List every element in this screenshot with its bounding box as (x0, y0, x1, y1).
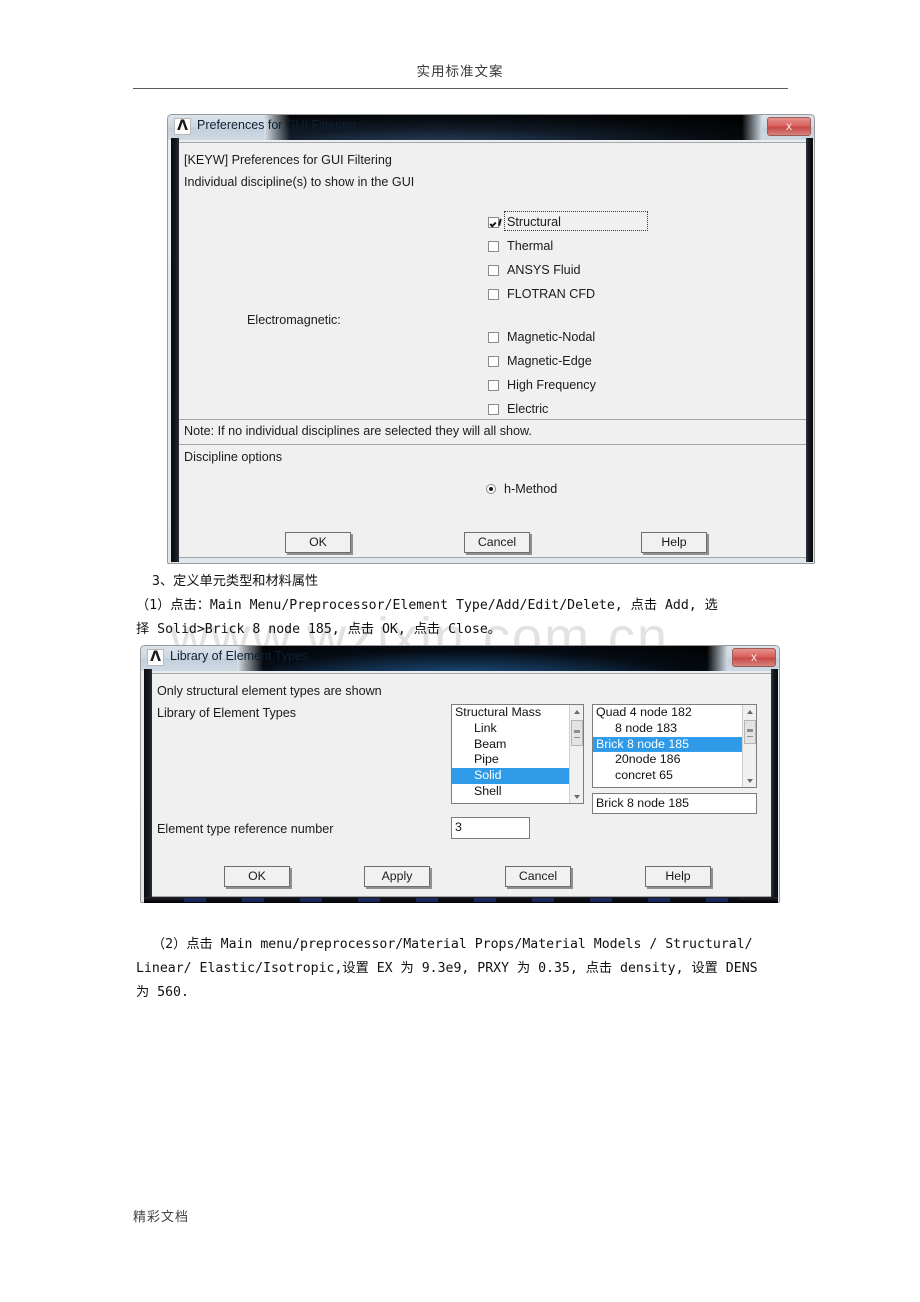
checkbox-high-frequency-box[interactable] (488, 379, 499, 391)
only-structural-note: Only structural element types are shown (157, 684, 382, 698)
cancel-button[interactable]: Cancel (464, 532, 530, 553)
dialog-body: Only structural element types are shown … (146, 673, 774, 897)
checkbox-electric[interactable]: Electric (488, 400, 548, 418)
scan-artifact-right (771, 669, 778, 901)
page-header-title: 实用标准文案 (416, 64, 504, 80)
checkbox-magnetic-nodal-label: Magnetic-Nodal (507, 330, 596, 344)
separator-below-note (174, 444, 808, 445)
dialog-title: Library of Element Types (170, 649, 309, 663)
checkbox-high-frequency[interactable]: High Frequency (488, 376, 596, 394)
list-item[interactable]: 20node 186 (593, 752, 742, 768)
scan-artifact-right (806, 138, 813, 562)
list-item[interactable]: Beam (452, 737, 569, 753)
checkbox-electric-box[interactable] (488, 403, 499, 415)
scan-artifact-left (144, 669, 152, 901)
checkbox-thermal[interactable]: Thermal (488, 237, 553, 255)
checkbox-flotran-cfd-box[interactable] (488, 288, 499, 300)
checkbox-ansys-fluid-box[interactable] (488, 264, 499, 276)
close-icon-glyph: x (786, 119, 792, 133)
separator-above-note (174, 419, 808, 420)
list-item[interactable]: 8 node 183 (593, 721, 742, 737)
checkbox-structural-box[interactable] (488, 216, 499, 228)
library-of-element-types-dialog[interactable]: Λ Library of Element Types x Only struct… (140, 645, 780, 903)
scan-artifact-bottom (144, 897, 778, 903)
list-item[interactable]: Quad 4 node 182 (593, 705, 742, 721)
scan-artifact-left (171, 138, 179, 562)
selected-element-readout: Brick 8 node 185 (592, 793, 757, 814)
list-item[interactable]: concret 65 (593, 768, 742, 784)
scroll-down-arrow-icon[interactable] (743, 774, 756, 787)
ok-button[interactable]: OK (285, 532, 351, 553)
list-item[interactable]: Pipe (452, 752, 569, 768)
list-item[interactable]: Structural Mass (452, 705, 569, 721)
scroll-down-arrow-icon[interactable] (570, 790, 583, 803)
radio-h-method-label: h-Method (504, 482, 558, 496)
element-type-listbox[interactable]: Quad 4 node 182 8 node 183 Brick 8 node … (592, 704, 757, 788)
dialog-title: Preferences for GUI Filtering (197, 118, 357, 132)
help-button[interactable]: Help (641, 532, 707, 553)
element-category-listbox[interactable]: Structural Mass Link Beam Pipe Solid She… (451, 704, 584, 804)
cancel-button[interactable]: Cancel (505, 866, 571, 887)
step-2-rest-text: Linear/ Elastic/Isotropic,设置 EX 为 9.3e9,… (136, 961, 758, 1000)
checkbox-high-frequency-label: High Frequency (507, 378, 596, 392)
element-category-items[interactable]: Structural Mass Link Beam Pipe Solid She… (452, 705, 569, 803)
scroll-up-arrow-icon[interactable] (570, 705, 583, 718)
library-of-element-types-label: Library of Element Types (157, 706, 297, 720)
titlebar-fade-right (707, 646, 727, 671)
apply-button[interactable]: Apply (364, 866, 430, 887)
checkbox-magnetic-edge-label: Magnetic-Edge (507, 354, 592, 368)
note-label: Note: If no individual disciplines are s… (184, 424, 532, 438)
step-2-lead-text: （2）点击 Main menu/preprocessor/Material Pr… (152, 937, 753, 952)
element-type-scrollbar[interactable] (742, 705, 756, 787)
individual-disciplines-label: Individual discipline(s) to show in the … (184, 175, 415, 189)
list-item-selected[interactable]: Brick 8 node 185 (593, 736, 742, 753)
scrollbar-thumb[interactable] (571, 720, 583, 746)
checkbox-structural[interactable]: Structural (488, 213, 561, 231)
list-item[interactable]: Shell (452, 784, 569, 800)
checkbox-flotran-cfd[interactable]: FLOTRAN CFD (488, 285, 595, 303)
ansys-lambda-icon: Λ (174, 118, 191, 135)
dialog-body: [KEYW] Preferences for GUI Filtering Ind… (173, 142, 809, 558)
scroll-up-arrow-icon[interactable] (743, 705, 756, 718)
element-category-scrollbar[interactable] (569, 705, 583, 803)
page-header: 实用标准文案 (0, 0, 920, 100)
titlebar-fade-right (742, 115, 762, 140)
checkbox-thermal-box[interactable] (488, 240, 499, 252)
checkbox-magnetic-edge-box[interactable] (488, 355, 499, 367)
list-item[interactable]: Link (452, 721, 569, 737)
checkbox-magnetic-nodal-box[interactable] (488, 331, 499, 343)
section-3-title: 3、定义单元类型和材料属性 (152, 574, 319, 589)
page-header-rule (133, 88, 788, 89)
checkbox-magnetic-edge[interactable]: Magnetic-Edge (488, 352, 592, 370)
list-item-selected[interactable]: Solid (452, 768, 569, 784)
checkbox-electric-label: Electric (507, 402, 549, 416)
scan-artifact-dots (184, 898, 738, 902)
checkbox-ansys-fluid-label: ANSYS Fluid (507, 263, 581, 277)
checkbox-structural-label: Structural (507, 215, 561, 229)
ok-button[interactable]: OK (224, 866, 290, 887)
help-button[interactable]: Help (645, 866, 711, 887)
checkbox-flotran-cfd-label: FLOTRAN CFD (507, 287, 596, 301)
titlebar-scan-artifact (237, 646, 727, 671)
electromagnetic-label: Electromagnetic: (247, 313, 341, 327)
element-type-items[interactable]: Quad 4 node 182 8 node 183 Brick 8 node … (593, 705, 742, 787)
discipline-options-label: Discipline options (184, 450, 283, 464)
close-icon-glyph: x (751, 650, 757, 664)
radio-h-method-box[interactable] (486, 484, 496, 494)
close-icon[interactable]: x (732, 648, 776, 667)
checkbox-thermal-label: Thermal (507, 239, 554, 253)
checkbox-magnetic-nodal[interactable]: Magnetic-Nodal (488, 328, 595, 346)
page-footer: 精彩文档 (133, 1210, 190, 1225)
keyw-label: [KEYW] Preferences for GUI Filtering (184, 153, 392, 167)
checkbox-ansys-fluid[interactable]: ANSYS Fluid (488, 261, 581, 279)
preferences-for-gui-filtering-dialog[interactable]: Λ Preferences for GUI Filtering x [KEYW]… (167, 114, 815, 564)
radio-h-method[interactable]: h-Method (486, 480, 557, 498)
element-type-reference-number-input[interactable]: 3 (451, 817, 530, 839)
element-type-reference-number-label: Element type reference number (157, 822, 334, 836)
close-icon[interactable]: x (767, 117, 811, 136)
ansys-lambda-icon: Λ (147, 649, 164, 666)
step-1-text: （1）点击：Main Menu/Preprocessor/Element Typ… (136, 598, 718, 637)
scrollbar-thumb[interactable] (744, 720, 756, 744)
